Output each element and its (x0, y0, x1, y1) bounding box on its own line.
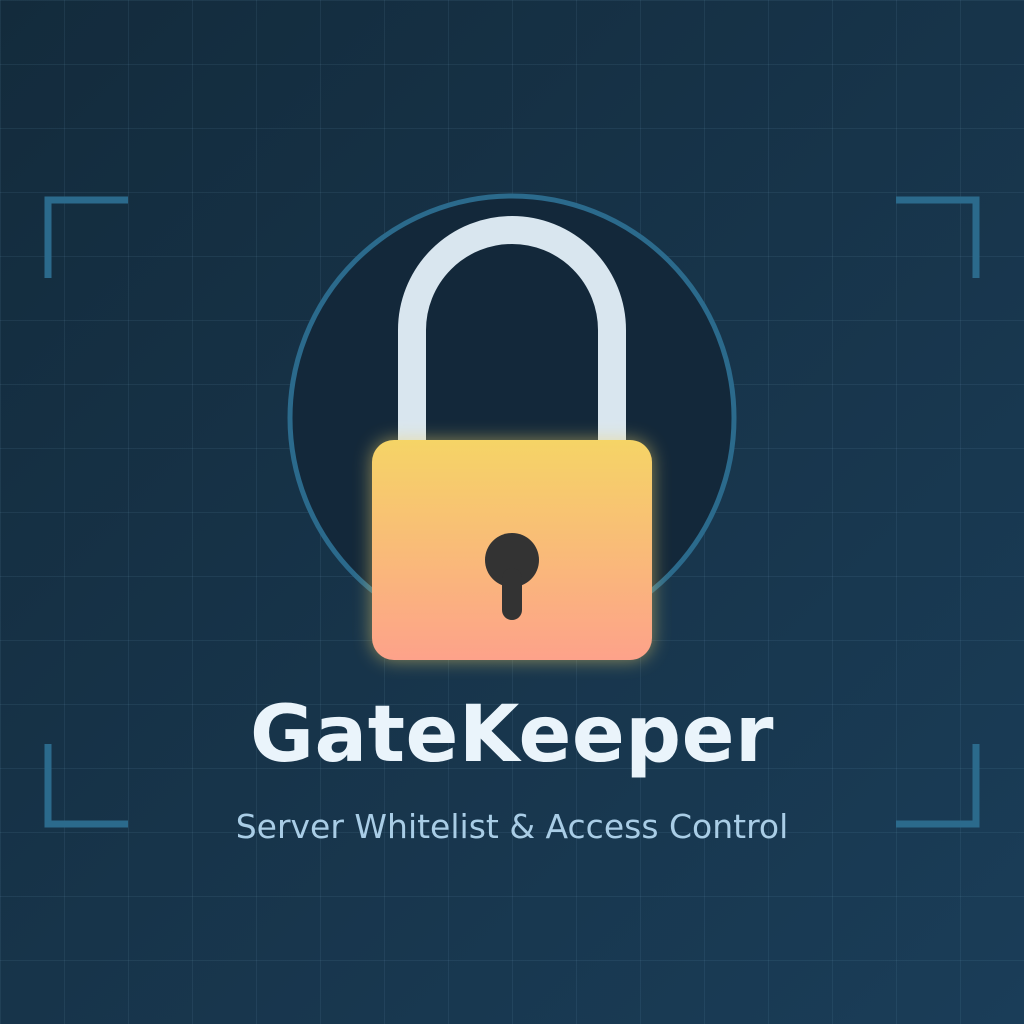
corner-bracket-top-left (44, 196, 128, 278)
app-tagline: Server Whitelist & Access Control (235, 807, 789, 846)
corner-bracket-top-right (896, 196, 980, 278)
logo-artwork (44, 193, 980, 828)
app-title: GateKeeper (250, 690, 774, 780)
